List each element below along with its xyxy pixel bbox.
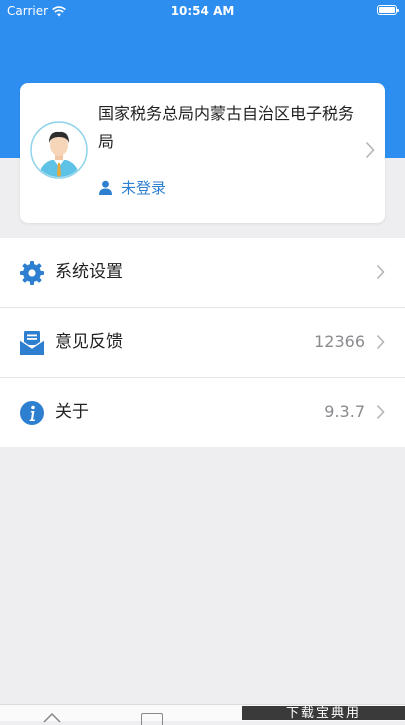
menu-item-label: 关于 <box>55 402 89 422</box>
avatar <box>30 121 88 179</box>
menu-item-label: 意见反馈 <box>55 332 123 352</box>
chevron-right-icon <box>376 264 385 280</box>
organization-name: 国家税务总局内蒙古自治区电子税务局 <box>98 104 355 151</box>
battery-icon <box>377 5 399 15</box>
menu-item-about[interactable]: 关于 9.3.7 <box>0 378 405 447</box>
menu-item-system-settings[interactable]: 系统设置 <box>0 238 405 308</box>
login-status[interactable]: 未登录 <box>98 177 166 198</box>
watermark: 下载宝典用 <box>242 706 405 720</box>
settings-gear-icon <box>20 261 44 285</box>
chevron-right-icon <box>376 334 385 350</box>
user-icon <box>99 180 112 195</box>
profile-card[interactable]: 国家税务总局内蒙古自治区电子税务局 未登录 <box>20 83 385 223</box>
chevron-right-icon <box>365 141 375 159</box>
tab-icon[interactable] <box>141 713 163 725</box>
settings-menu: 系统设置 意见反馈 12366 关于 9.3.7 <box>0 238 405 447</box>
menu-item-feedback[interactable]: 意见反馈 12366 <box>0 308 405 378</box>
menu-item-value: 12366 <box>314 332 365 351</box>
login-status-label: 未登录 <box>121 179 167 197</box>
status-bar: Carrier 10:54 AM <box>0 0 405 22</box>
chevron-right-icon <box>376 404 385 420</box>
menu-item-value: 9.3.7 <box>324 402 365 421</box>
menu-item-label: 系统设置 <box>55 262 123 282</box>
status-time: 10:54 AM <box>170 4 235 18</box>
home-icon[interactable] <box>43 713 61 723</box>
info-icon <box>20 401 44 425</box>
feedback-mail-icon <box>19 331 45 355</box>
